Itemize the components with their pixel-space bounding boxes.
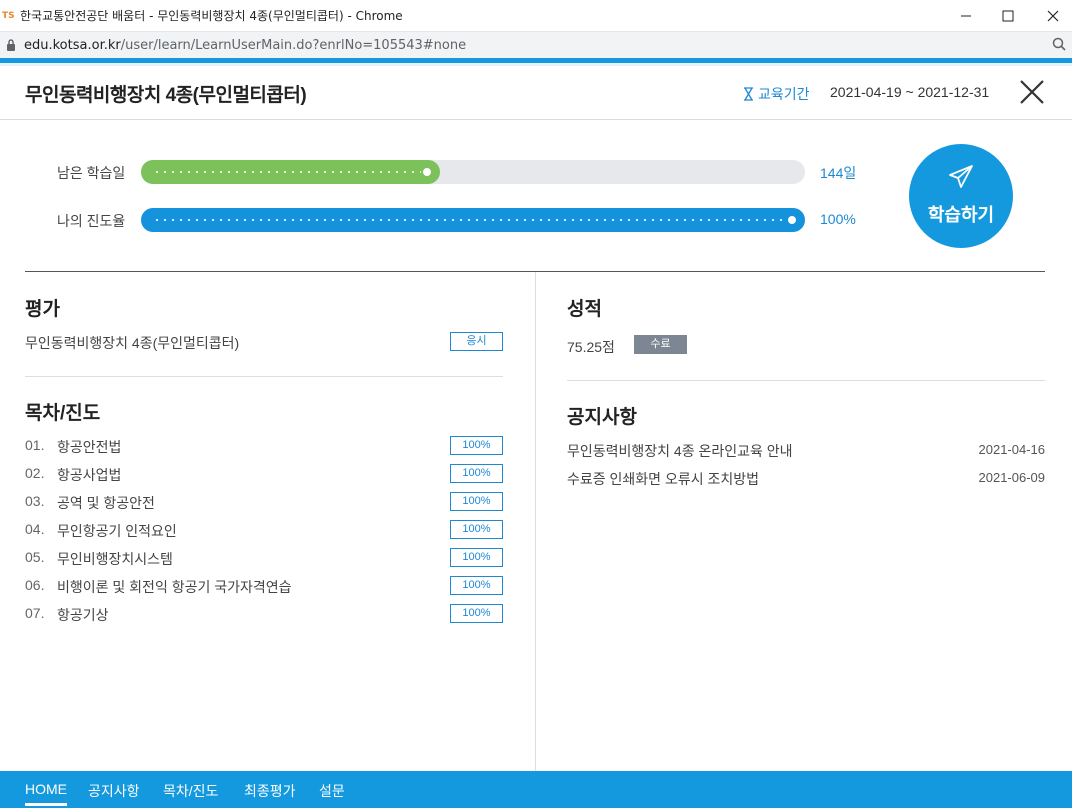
site-favicon-icon: TS [2,10,15,21]
toc-item-progress: 100% [450,464,503,483]
toc-item-title: 비행이론 및 회전익 항공기 국가자격연습 [57,579,292,595]
nav-home[interactable]: HOME [25,781,67,806]
completion-badge: 수료 [634,335,687,354]
my-progress-fill [141,208,805,232]
my-progress-track [141,208,805,232]
my-progress-row: 나의 진도율 100% [57,208,857,232]
notice-title-link[interactable]: 무인동력비행장치 4종 온라인교육 안내 [567,441,793,461]
toc-item-progress: 100% [450,492,503,511]
progress-dots [153,171,424,173]
evaluation-title: 평가 [25,299,60,320]
toc-item-title: 항공사업법 [57,467,122,483]
bottom-nav: HOME 공지사항 목차/진도 최종평가 설문 [0,771,1072,808]
period-value: 2021-04-19 ~ 2021-12-31 [830,84,990,100]
remaining-days-track [141,160,805,184]
toc-item-title: 무인비행장치시스템 [57,551,173,567]
study-button[interactable]: 학습하기 [909,144,1013,248]
maximize-icon [1002,10,1014,22]
progress-dots [153,219,789,221]
toc-item-number: 06. [25,577,45,593]
close-icon [1020,80,1044,104]
url-path: /user/learn/LearnUserMain.do?enrlNo=1055… [120,37,467,53]
window-title: 한국교통안전공단 배움터 - 무인동력비행장치 4종(무인멀티콥터) - Chr… [20,9,403,23]
remaining-days-value: 144일 [820,165,857,181]
course-header: 무인동력비행장치 4종(무인멀티콥터) 교육기간 2021-04-19 ~ 20… [0,66,1072,120]
toc-item-title: 공역 및 항공안전 [57,495,155,511]
toc-item-number: 02. [25,465,45,481]
close-icon [1047,10,1059,22]
divider [567,380,1045,381]
toc-item-number: 04. [25,521,45,537]
paper-plane-icon [949,165,973,188]
minimize-button[interactable] [943,0,989,32]
toc-item-number: 03. [25,493,45,509]
address-bar[interactable]: edu.kotsa.or.kr/user/learn/LearnUserMain… [0,32,1072,58]
progress-knob [786,214,798,226]
toc-title: 목차/진도 [25,403,101,424]
remaining-days-label: 남은 학습일 [57,165,126,181]
grade-score: 75.25점 [567,339,615,355]
grade-title: 성적 [567,299,602,320]
toc-item-progress: 100% [450,576,503,595]
minimize-icon [961,15,971,17]
close-course-button[interactable] [1018,78,1046,106]
nav-survey[interactable]: 설문 [319,781,345,801]
hourglass-icon [744,87,753,101]
divider [25,376,503,377]
my-progress-label: 나의 진도율 [57,213,126,229]
toc-item-number: 07. [25,605,45,621]
remaining-days-row: 남은 학습일 144일 [57,160,857,184]
course-title: 무인동력비행장치 4종(무인멀티콥터) [25,85,307,106]
nav-toc[interactable]: 목차/진도 [163,781,218,801]
period-label: 교육기간 [743,84,810,104]
period-label-text: 교육기간 [758,86,810,102]
lock-icon [7,39,15,51]
take-exam-button[interactable]: 응시 [450,332,503,351]
column-divider [535,272,536,772]
toc-item-progress: 100% [450,604,503,623]
window-close-button[interactable] [1030,0,1072,32]
window-titlebar: TS 한국교통안전공단 배움터 - 무인동력비행장치 4종(무인멀티콥터) - … [0,0,1072,32]
toc-item-title: 무인항공기 인적요인 [57,523,177,539]
study-button-label: 학습하기 [927,205,995,225]
toc-item-title: 항공안전법 [57,439,122,455]
notice-date: 2021-06-09 [978,470,1046,485]
notice-date: 2021-04-16 [978,442,1046,457]
maximize-button[interactable] [985,0,1031,32]
toc-item-title: 항공기상 [57,607,109,623]
toc-item-progress: 100% [450,548,503,567]
top-accent-stripe [0,58,1072,66]
nav-notices[interactable]: 공지사항 [88,781,140,801]
nav-final-exam[interactable]: 최종평가 [244,781,296,801]
toc-item-number: 01. [25,437,45,453]
progress-knob [421,166,433,178]
url-host: edu.kotsa.or.kr [24,37,121,53]
notice-title-link[interactable]: 수료증 인쇄화면 오류시 조치방법 [567,469,759,489]
notices-title: 공지사항 [567,407,637,428]
zoom-icon[interactable] [1052,37,1066,51]
evaluation-item: 무인동력비행장치 4종(무인멀티콥터) [25,335,240,351]
my-progress-value: 100% [820,211,856,227]
toc-item-progress: 100% [450,436,503,455]
toc-item-number: 05. [25,549,45,565]
remaining-days-fill [141,160,440,184]
url-text: edu.kotsa.or.kr/user/learn/LearnUserMain… [24,38,466,53]
toc-item-progress: 100% [450,520,503,539]
